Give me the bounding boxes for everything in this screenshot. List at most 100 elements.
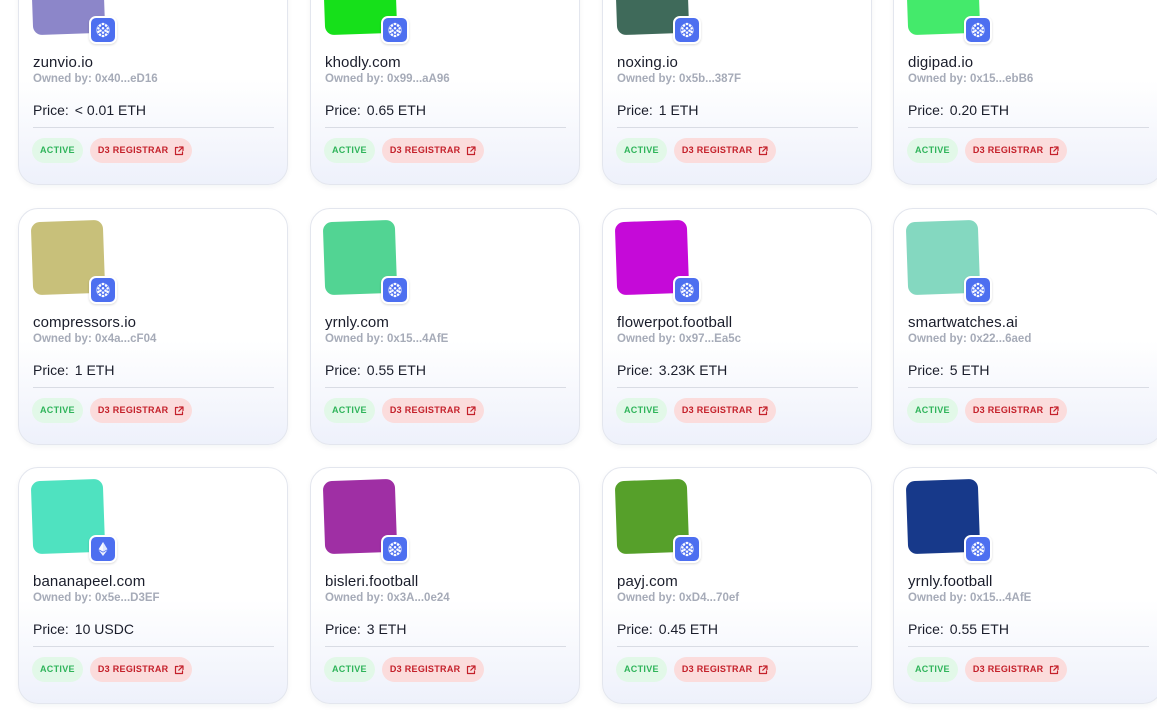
badge-row: ACTIVE D3 REGISTRAR bbox=[32, 657, 193, 682]
price-value: 0.65 ETH bbox=[366, 102, 426, 118]
domain-name[interactable]: yrnly.football bbox=[908, 573, 993, 590]
domain-card-grid: zunvio.io Owned by: 0x40...eD16 Price: < … bbox=[0, 0, 1157, 713]
registrar-link[interactable]: D3 REGISTRAR bbox=[673, 398, 777, 423]
price-value: 1 ETH bbox=[74, 362, 115, 378]
divider bbox=[33, 646, 274, 647]
price-value: 5 ETH bbox=[949, 362, 990, 378]
badge-row: ACTIVE D3 REGISTRAR bbox=[616, 657, 777, 682]
registrar-link[interactable]: D3 REGISTRAR bbox=[673, 657, 777, 682]
divider bbox=[908, 387, 1149, 388]
domain-card[interactable]: flowerpot.football Owned by: 0x97...Ea5c… bbox=[602, 208, 872, 445]
registrar-link[interactable]: D3 REGISTRAR bbox=[381, 657, 485, 682]
price-value: < 0.01 ETH bbox=[74, 102, 146, 118]
registrar-label: D3 REGISTRAR bbox=[972, 145, 1044, 155]
domain-card[interactable]: khodly.com Owned by: 0x99...aA96 Price: 0… bbox=[310, 0, 580, 185]
domain-avatar bbox=[322, 0, 410, 47]
badge-row: ACTIVE D3 REGISTRAR bbox=[32, 138, 193, 163]
domain-name[interactable]: smartwatches.ai bbox=[908, 314, 1018, 331]
registrar-link[interactable]: D3 REGISTRAR bbox=[89, 657, 193, 682]
status-badge: ACTIVE bbox=[32, 138, 83, 163]
price-row: Price: 0.55 ETH bbox=[325, 362, 426, 378]
status-badge: ACTIVE bbox=[907, 138, 958, 163]
registrar-link[interactable]: D3 REGISTRAR bbox=[89, 138, 193, 163]
price-value: 0.45 ETH bbox=[658, 621, 718, 637]
registrar-label: D3 REGISTRAR bbox=[389, 145, 461, 155]
domain-name[interactable]: yrnly.com bbox=[325, 314, 389, 331]
domain-card[interactable]: bisleri.football Owned by: 0x3A...0e24 P… bbox=[310, 467, 580, 704]
domain-avatar bbox=[30, 0, 118, 47]
doma-chain-icon bbox=[964, 535, 992, 563]
registrar-link[interactable]: D3 REGISTRAR bbox=[381, 138, 485, 163]
owner-address: Owned by: 0xD4...70ef bbox=[617, 592, 740, 604]
status-badge: ACTIVE bbox=[907, 657, 958, 682]
doma-chain-icon bbox=[673, 535, 701, 563]
owner-address: Owned by: 0x5e...D3EF bbox=[33, 592, 160, 604]
price-label: Price: bbox=[908, 362, 944, 378]
doma-chain-icon bbox=[381, 535, 409, 563]
status-badge: ACTIVE bbox=[32, 398, 83, 423]
domain-avatar bbox=[30, 219, 118, 307]
domain-name[interactable]: bananapeel.com bbox=[33, 573, 145, 590]
badge-row: ACTIVE D3 REGISTRAR bbox=[324, 657, 485, 682]
status-badge: ACTIVE bbox=[324, 138, 375, 163]
domain-card[interactable]: smartwatches.ai Owned by: 0x22...6aed Pr… bbox=[893, 208, 1157, 445]
external-link-icon bbox=[1049, 405, 1060, 416]
price-label: Price: bbox=[617, 621, 653, 637]
domain-name[interactable]: payj.com bbox=[617, 573, 678, 590]
price-row: Price: 0.55 ETH bbox=[908, 621, 1009, 637]
doma-chain-icon bbox=[964, 276, 992, 304]
domain-card[interactable]: zunvio.io Owned by: 0x40...eD16 Price: < … bbox=[18, 0, 288, 185]
external-link-icon bbox=[758, 664, 769, 675]
domain-avatar bbox=[322, 219, 410, 307]
badge-row: ACTIVE D3 REGISTRAR bbox=[616, 398, 777, 423]
registrar-label: D3 REGISTRAR bbox=[97, 405, 169, 415]
badge-row: ACTIVE D3 REGISTRAR bbox=[32, 398, 193, 423]
domain-name[interactable]: noxing.io bbox=[617, 54, 678, 71]
divider bbox=[325, 127, 566, 128]
registrar-link[interactable]: D3 REGISTRAR bbox=[964, 398, 1068, 423]
domain-name[interactable]: flowerpot.football bbox=[617, 314, 732, 331]
registrar-link[interactable]: D3 REGISTRAR bbox=[673, 138, 777, 163]
domain-card[interactable]: yrnly.com Owned by: 0x15...4AfE Price: 0.… bbox=[310, 208, 580, 445]
registrar-link[interactable]: D3 REGISTRAR bbox=[89, 398, 193, 423]
domain-card[interactable]: noxing.io Owned by: 0x5b...387F Price: 1 … bbox=[602, 0, 872, 185]
status-badge: ACTIVE bbox=[32, 657, 83, 682]
domain-card[interactable]: yrnly.football Owned by: 0x15...4AfE Pri… bbox=[893, 467, 1157, 704]
domain-card[interactable]: bananapeel.com Owned by: 0x5e...D3EF Pri… bbox=[18, 467, 288, 704]
domain-card[interactable]: payj.com Owned by: 0xD4...70ef Price: 0.4… bbox=[602, 467, 872, 704]
price-label: Price: bbox=[325, 621, 361, 637]
owner-address: Owned by: 0x15...ebB6 bbox=[908, 73, 1034, 85]
divider bbox=[325, 387, 566, 388]
owner-address: Owned by: 0x22...6aed bbox=[908, 333, 1032, 345]
domain-avatar bbox=[30, 478, 118, 566]
price-label: Price: bbox=[33, 102, 69, 118]
price-value: 0.55 ETH bbox=[366, 362, 426, 378]
owner-address: Owned by: 0x4a...cF04 bbox=[33, 333, 157, 345]
registrar-label: D3 REGISTRAR bbox=[389, 664, 461, 674]
registrar-link[interactable]: D3 REGISTRAR bbox=[381, 398, 485, 423]
price-value: 3 ETH bbox=[366, 621, 407, 637]
doma-chain-icon bbox=[673, 276, 701, 304]
domain-name[interactable]: digipad.io bbox=[908, 54, 973, 71]
domain-card[interactable]: digipad.io Owned by: 0x15...ebB6 Price: 0… bbox=[893, 0, 1157, 185]
registrar-link[interactable]: D3 REGISTRAR bbox=[964, 657, 1068, 682]
status-badge: ACTIVE bbox=[907, 398, 958, 423]
price-row: Price: 1 ETH bbox=[33, 362, 114, 378]
domain-name[interactable]: bisleri.football bbox=[325, 573, 418, 590]
registrar-label: D3 REGISTRAR bbox=[389, 405, 461, 415]
external-link-icon bbox=[466, 145, 477, 156]
price-label: Price: bbox=[617, 102, 653, 118]
domain-name[interactable]: zunvio.io bbox=[33, 54, 93, 71]
doma-chain-icon bbox=[89, 276, 117, 304]
status-badge: ACTIVE bbox=[616, 398, 667, 423]
owner-address: Owned by: 0x15...4AfE bbox=[325, 333, 449, 345]
registrar-link[interactable]: D3 REGISTRAR bbox=[964, 138, 1068, 163]
price-value: 1 ETH bbox=[658, 102, 699, 118]
doma-chain-icon bbox=[673, 16, 701, 44]
domain-name[interactable]: compressors.io bbox=[33, 314, 136, 331]
price-label: Price: bbox=[908, 621, 944, 637]
domain-name[interactable]: khodly.com bbox=[325, 54, 401, 71]
price-label: Price: bbox=[325, 362, 361, 378]
badge-row: ACTIVE D3 REGISTRAR bbox=[907, 138, 1068, 163]
domain-card[interactable]: compressors.io Owned by: 0x4a...cF04 Pri… bbox=[18, 208, 288, 445]
